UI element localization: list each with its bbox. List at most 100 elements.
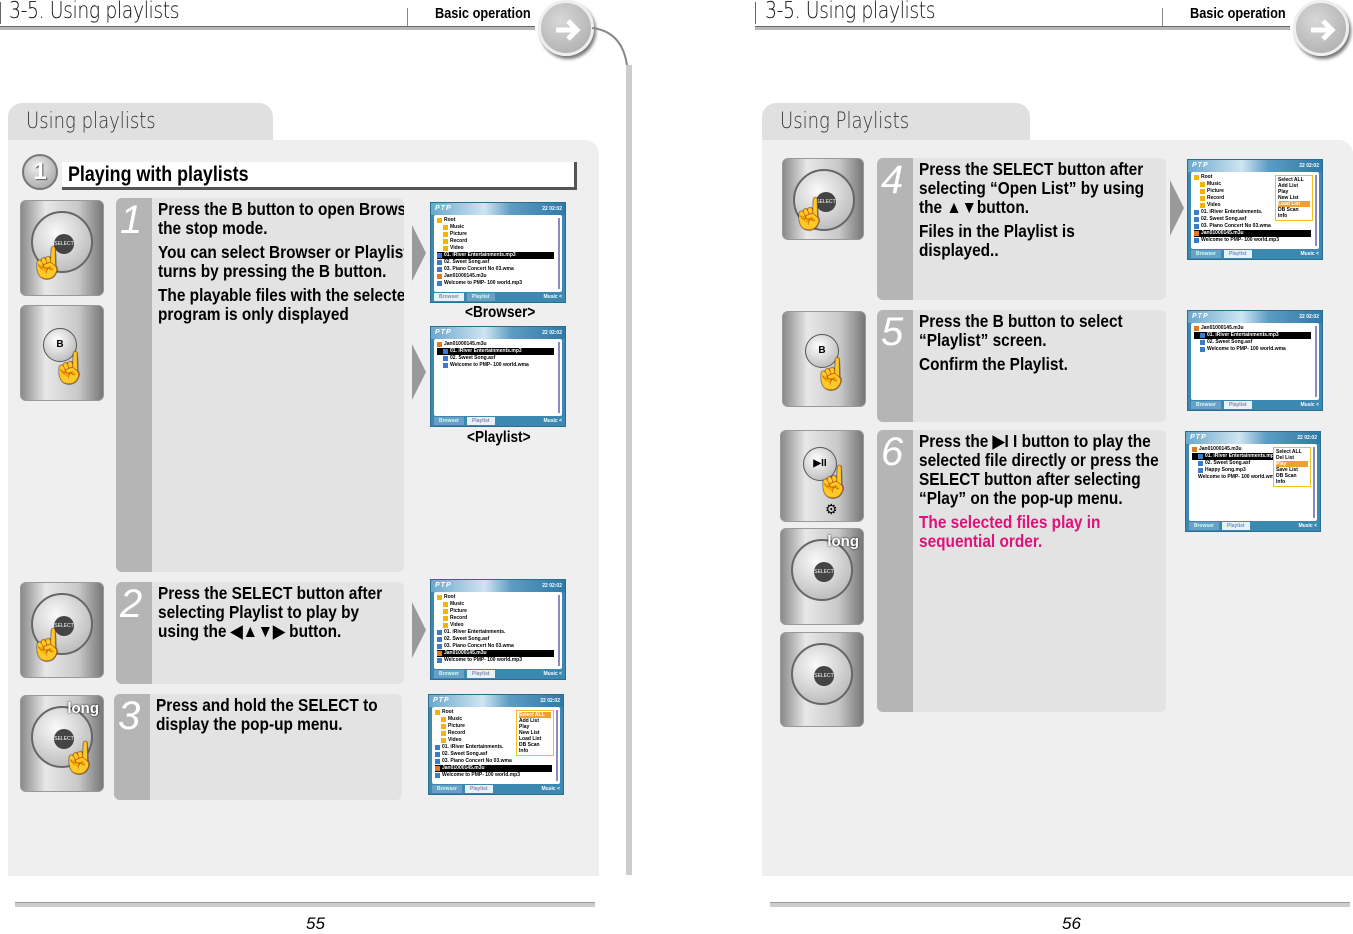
device-select-long-image: SELECT long ☝ <box>20 695 104 792</box>
screen-step-5: PTP 22 02:02 Jan01000145.m3u 01. iRiver Ent… <box>1187 310 1323 411</box>
screen-playlist: PTP 22 02:02 Jan01000145.m3u 01. iRiver Ent… <box>430 326 566 427</box>
screen-bottom-bar: Browser Playlist Music < <box>431 668 565 679</box>
page-number: 55 <box>306 914 325 933</box>
screen-status: 22 02:02 <box>1299 314 1319 320</box>
file-icon <box>437 630 442 635</box>
hand-pointer-icon: ☝ <box>29 629 67 662</box>
section-number-badge: 1 <box>22 154 58 190</box>
screen-bottom-bar: Browser Playlist Music < <box>431 415 565 426</box>
file-icon <box>1194 217 1199 222</box>
file-icon <box>1194 224 1199 229</box>
folder-icon <box>441 738 446 743</box>
file-row: Video <box>437 622 554 629</box>
hand-pointer-icon: ☝ <box>813 358 851 391</box>
file-row: 03. Piano Concert No 03.wma <box>437 266 554 273</box>
screen-step-3: PTP 22 02:02 Root Music Picture Record Video 01… <box>428 694 564 795</box>
screen-bottom-bar: Browser Playlist Music < <box>429 783 563 794</box>
file-name: 02. Sweet Song.asf <box>444 636 490 642</box>
folder-icon <box>443 246 448 251</box>
file-name: 02. Sweet Song.asf <box>1205 460 1251 466</box>
file-name: 03. Piano Concert No 03.wma <box>444 266 514 272</box>
file-icon <box>1200 340 1205 345</box>
popup-menu-item: Info <box>1278 213 1288 219</box>
device-select-long-image: SELECT long <box>780 528 864 625</box>
header-rule <box>755 26 1290 30</box>
file-icon <box>1198 468 1203 473</box>
step-4: 4 Press the SELECT button after selecting… <box>877 158 1166 300</box>
screen-file-list: Jan01000145.m3u 01. iRiver Entertainments… <box>1191 323 1319 400</box>
screen-tab-playlist: Playlist <box>1222 521 1250 530</box>
screen-file-list: Root Music Picture Record Video 01. iRiver En… <box>434 215 562 292</box>
file-name: Record <box>1207 195 1225 201</box>
screen-tab-browser: Browser <box>1191 400 1222 409</box>
header-title: 3-5. Using playlists <box>9 0 180 24</box>
header-tick <box>755 2 756 24</box>
screen-title-bar: PTP 22 02:02 <box>429 695 563 707</box>
file-icon <box>435 759 440 764</box>
folder-icon <box>443 602 448 607</box>
file-row: Picture <box>437 231 554 238</box>
footer-rule <box>770 902 1350 907</box>
step-5: 5 Press the B button to select “Playlist”… <box>877 310 1166 422</box>
screen-tab-playlist: Playlist <box>1224 249 1252 258</box>
scrollbar <box>1313 447 1315 518</box>
next-arrow-icon <box>1293 0 1349 56</box>
file-row: Jan01000145.m3u <box>437 273 554 280</box>
file-name: Happy Song.mp3 <box>1205 467 1246 473</box>
file-row: Welcome to PMP- 100 world.mp3 <box>435 772 552 779</box>
tab-using-playlists: Using playlists <box>8 103 273 141</box>
file-icon <box>437 281 442 286</box>
file-name: Music <box>450 224 465 230</box>
gear-icon: ⚙ <box>825 501 838 517</box>
file-icon <box>443 363 448 368</box>
file-name: Jan01000145.m3u <box>1201 230 1244 236</box>
screen-title-bar: PTP 22 02:02 <box>1188 160 1322 172</box>
file-icon <box>437 644 442 649</box>
list-icon <box>1194 326 1199 331</box>
list-icon <box>437 274 442 279</box>
folder-icon <box>441 717 446 722</box>
folder-icon <box>1194 175 1199 180</box>
screen-bottom-bar: Browser Playlist Music < <box>431 291 565 302</box>
file-row: 02. Sweet Song.asf <box>1194 339 1311 346</box>
file-row: Jan01000145.m3u <box>437 341 554 348</box>
file-row: Welcome to PMP- 100 world.wma <box>1194 346 1311 353</box>
file-name: Jan01000145.m3u <box>442 765 485 771</box>
step-6: 6 Press the ▶I I button to play the selec… <box>877 430 1166 712</box>
screen-bottom-bar: Browser Playlist Music < <box>1186 520 1320 531</box>
file-name: Jan01000145.m3u <box>444 273 487 279</box>
file-row: 02. Sweet Song.asf <box>437 259 554 266</box>
arrow-right-icon <box>1170 180 1184 236</box>
hand-pointer-icon: ☝ <box>791 198 829 231</box>
file-name: 02. Sweet Song.asf <box>450 355 496 361</box>
step-6-note: The selected files play in sequential or… <box>919 512 1101 551</box>
file-row: Jan01000145.m3u <box>435 765 552 772</box>
file-name: 01. iRiver Entertainments. <box>442 744 504 750</box>
file-name: Record <box>450 238 468 244</box>
screen-logo: PTP <box>435 582 452 589</box>
screen-logo: PTP <box>1192 162 1209 169</box>
file-name: 01. iRiver Entertainments. <box>444 629 506 635</box>
scrollbar <box>558 342 560 413</box>
header-section: Basic operation <box>1190 5 1286 22</box>
screen-logo: PTP <box>435 205 452 212</box>
file-icon <box>1198 461 1203 466</box>
file-row: 03. Piano Concert No 03.wma <box>1194 223 1311 230</box>
file-name: 02. Sweet Song.asf <box>1207 339 1253 345</box>
file-icon <box>1198 454 1203 459</box>
list-icon <box>1192 447 1197 452</box>
scrollbar <box>556 710 558 781</box>
screen-mode: Music < <box>543 670 562 677</box>
file-name: Music <box>1207 181 1222 187</box>
screen-mode: Music < <box>1300 401 1319 408</box>
device-dpad-image: SELECT <box>780 632 864 727</box>
file-name: Picture <box>450 231 467 237</box>
header-tick <box>0 2 1 24</box>
file-name: Welcome to PMP- 100 world.mp3 <box>444 657 522 663</box>
scrollbar <box>558 595 560 666</box>
file-name: Welcome to PMP- 100 world.mp3 <box>1201 237 1279 243</box>
folder-icon <box>1200 196 1205 201</box>
file-row: Music <box>437 224 554 231</box>
screen-title-bar: PTP 22 02:02 <box>431 203 565 215</box>
file-name: Welcome to PMP- 100 world.mp3 <box>442 772 520 778</box>
